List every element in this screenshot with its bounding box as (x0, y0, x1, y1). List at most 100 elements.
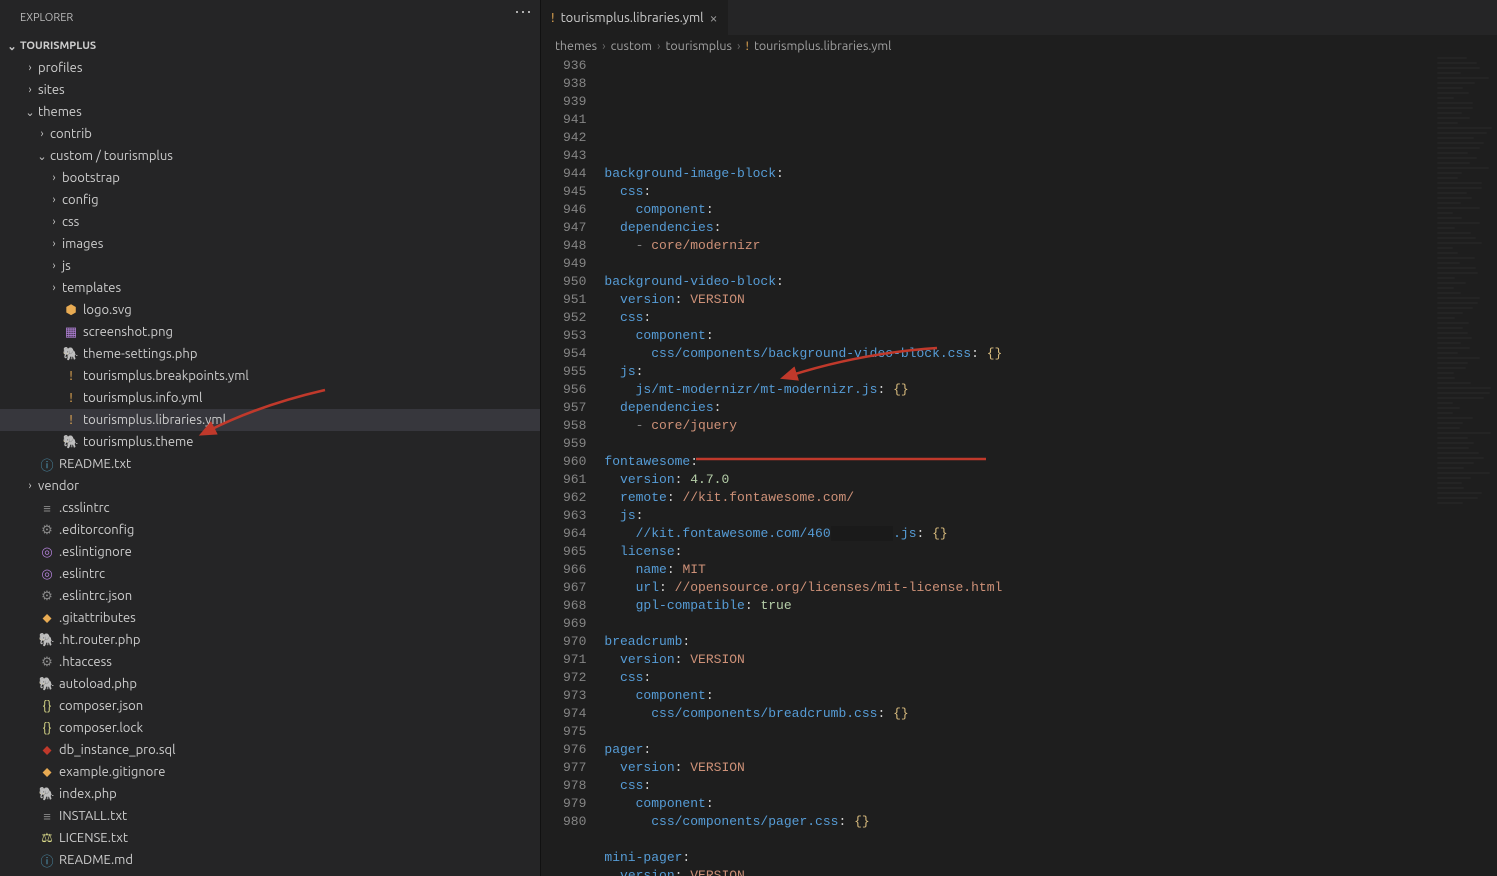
minimap[interactable] (1437, 57, 1497, 876)
file-item[interactable]: ⚙.eslintrc.json (0, 585, 540, 607)
code-line[interactable] (604, 435, 1437, 453)
folder-item[interactable]: ›config (0, 189, 540, 211)
folder-item[interactable]: ⌄themes (0, 101, 540, 123)
code-content[interactable]: background-image-block: css: component: … (604, 57, 1437, 876)
code-line[interactable]: css: (604, 777, 1437, 795)
code-line[interactable]: version: 4.7.0 (604, 471, 1437, 489)
code-line[interactable]: url: //opensource.org/licenses/mit-licen… (604, 579, 1437, 597)
folder-item[interactable]: ›sites (0, 79, 540, 101)
tab-close-icon[interactable]: × (710, 10, 718, 26)
code-line[interactable]: version: VERSION (604, 651, 1437, 669)
file-item[interactable]: ⚙.htaccess (0, 651, 540, 673)
code-line[interactable]: dependencies: (604, 219, 1437, 237)
folder-item[interactable]: ›templates (0, 277, 540, 299)
code-line[interactable]: css: (604, 183, 1437, 201)
code-line[interactable] (604, 615, 1437, 633)
line-number: 953 (563, 327, 586, 345)
file-item[interactable]: ⬢logo.svg (0, 299, 540, 321)
code-line[interactable]: gpl-compatible: true (604, 597, 1437, 615)
code-line[interactable]: css/components/background-video-block.cs… (604, 345, 1437, 363)
tab-bar: ! tourismplus.libraries.yml × (541, 0, 1497, 35)
file-item[interactable]: 🐘tourismplus.theme (0, 431, 540, 453)
code-line[interactable]: license: (604, 543, 1437, 561)
project-section-header[interactable]: ⌄ TOURISMPLUS (0, 35, 540, 57)
file-item[interactable]: ⓘREADME.txt (0, 871, 540, 876)
file-item[interactable]: ◎.eslintrc (0, 563, 540, 585)
file-type-icon: ⓘ (38, 851, 56, 870)
code-line[interactable]: js: (604, 363, 1437, 381)
code-line[interactable]: version: VERSION (604, 291, 1437, 309)
code-line[interactable]: pager: (604, 741, 1437, 759)
breadcrumb-segment[interactable]: custom (611, 39, 652, 53)
file-item[interactable]: 🐘index.php (0, 783, 540, 805)
code-line[interactable]: version: VERSION (604, 867, 1437, 876)
code-line[interactable]: - core/modernizr (604, 237, 1437, 255)
code-line[interactable] (604, 723, 1437, 741)
file-item[interactable]: 🐘.ht.router.php (0, 629, 540, 651)
file-item[interactable]: {}composer.json (0, 695, 540, 717)
code-line[interactable] (604, 255, 1437, 273)
file-item[interactable]: ⓘREADME.txt (0, 453, 540, 475)
code-line[interactable]: component: (604, 201, 1437, 219)
file-item[interactable]: ⬥.gitattributes (0, 607, 540, 629)
file-item[interactable]: ⓘREADME.md (0, 849, 540, 871)
code-line[interactable]: component: (604, 687, 1437, 705)
code-line[interactable]: css/components/breadcrumb.css: {} (604, 705, 1437, 723)
line-number: 970 (563, 633, 586, 651)
file-item[interactable]: ≡.csslintrc (0, 497, 540, 519)
code-line[interactable]: background-video-block: (604, 273, 1437, 291)
code-line[interactable]: css: (604, 309, 1437, 327)
code-line[interactable]: mini-pager: (604, 849, 1437, 867)
file-item[interactable]: ⚖LICENSE.txt (0, 827, 540, 849)
folder-item[interactable]: ›vendor (0, 475, 540, 497)
folder-item[interactable]: ›contrib (0, 123, 540, 145)
code-line[interactable]: - core/jquery (604, 417, 1437, 435)
file-item[interactable]: !tourismplus.libraries.yml (0, 409, 540, 431)
code-line[interactable]: css: (604, 669, 1437, 687)
code-line[interactable]: component: (604, 327, 1437, 345)
tab-active[interactable]: ! tourismplus.libraries.yml × (541, 0, 729, 35)
file-item[interactable]: !tourismplus.info.yml (0, 387, 540, 409)
code-line[interactable]: background-image-block: (604, 165, 1437, 183)
file-type-icon: ⬥ (38, 743, 56, 758)
chevron-down-icon: ⌄ (4, 40, 20, 53)
code-line[interactable]: fontawesome: (604, 453, 1437, 471)
folder-item[interactable]: ›js (0, 255, 540, 277)
breadcrumb-segment[interactable]: tourismplus (665, 39, 731, 53)
breadcrumb[interactable]: themes›custom›tourismplus›!tourismplus.l… (541, 35, 1497, 57)
code-line[interactable]: //kit.fontawesome.com/460 .js: {} (604, 525, 1437, 543)
code-line[interactable]: js: (604, 507, 1437, 525)
folder-item[interactable]: ›images (0, 233, 540, 255)
code-line[interactable]: version: VERSION (604, 759, 1437, 777)
folder-item[interactable]: ›bootstrap (0, 167, 540, 189)
breadcrumb-segment[interactable]: tourismplus.libraries.yml (754, 39, 892, 53)
code-line[interactable] (604, 831, 1437, 849)
code-line[interactable]: name: MIT (604, 561, 1437, 579)
file-item[interactable]: 🐘theme-settings.php (0, 343, 540, 365)
file-item[interactable]: 🐘autoload.php (0, 673, 540, 695)
tree-item-label: css (62, 215, 79, 229)
explorer-more-icon[interactable]: ⋯ (514, 8, 532, 28)
file-item[interactable]: ⬥example.gitignore (0, 761, 540, 783)
folder-item[interactable]: ⌄custom / tourismplus (0, 145, 540, 167)
file-item[interactable]: ⚙.editorconfig (0, 519, 540, 541)
file-item[interactable]: ◎.eslintignore (0, 541, 540, 563)
file-tree[interactable]: ›profiles›sites⌄themes›contrib⌄custom / … (0, 57, 540, 876)
line-number: 978 (563, 777, 586, 795)
folder-item[interactable]: ›profiles (0, 57, 540, 79)
file-item[interactable]: ▦screenshot.png (0, 321, 540, 343)
file-item[interactable]: ⬥db_instance_pro.sql (0, 739, 540, 761)
file-item[interactable]: ≡INSTALL.txt (0, 805, 540, 827)
file-item[interactable]: {}composer.lock (0, 717, 540, 739)
folder-item[interactable]: ›css (0, 211, 540, 233)
chevron-right-icon: › (46, 238, 62, 250)
file-item[interactable]: !tourismplus.breakpoints.yml (0, 365, 540, 387)
code-line[interactable]: remote: //kit.fontawesome.com/ (604, 489, 1437, 507)
code-line[interactable]: dependencies: (604, 399, 1437, 417)
code-line[interactable]: js/mt-modernizr/mt-modernizr.js: {} (604, 381, 1437, 399)
code-line[interactable]: component: (604, 795, 1437, 813)
code-editor[interactable]: 9369389399419429439449459469479489499509… (541, 57, 1497, 876)
code-line[interactable]: css/components/pager.css: {} (604, 813, 1437, 831)
breadcrumb-segment[interactable]: themes (555, 39, 597, 53)
code-line[interactable]: breadcrumb: (604, 633, 1437, 651)
